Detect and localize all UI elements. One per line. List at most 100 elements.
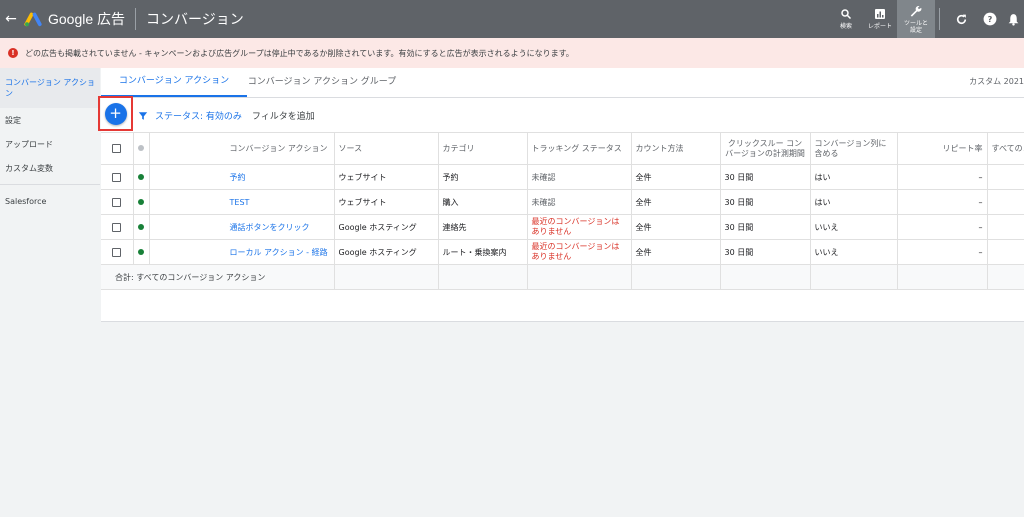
status-filter-chip[interactable]: ステータス: 有効のみ bbox=[155, 109, 242, 122]
row-checkbox-cell[interactable] bbox=[101, 164, 134, 190]
table-row[interactable]: TEST ウェブサイト 購入 未確認 全件 30 日間 はい – bbox=[101, 189, 1024, 215]
tools-settings-button[interactable]: ツールと 設定 bbox=[897, 0, 935, 38]
count-cell: 全件 bbox=[631, 164, 721, 190]
category-cell: 購入 bbox=[438, 189, 528, 215]
table-row[interactable]: ローカル アクション - 経路 Google ホスティング ルート・乗換案内 最… bbox=[101, 239, 1024, 265]
tracking-status-cell: 未確認 bbox=[527, 164, 632, 190]
alert-banner: ! どの広告も掲載されていません - キャンペーンおよび広告グループは停止中であ… bbox=[0, 38, 1024, 68]
all-cell bbox=[987, 164, 1024, 190]
row-checkbox[interactable] bbox=[112, 197, 122, 207]
row-checkbox[interactable] bbox=[112, 247, 122, 257]
column-header-all[interactable]: すべてのコ bbox=[987, 132, 1024, 165]
tracking-status-cell: 最近のコンバージョンはありません bbox=[527, 214, 632, 240]
column-header-category[interactable]: カテゴリ bbox=[438, 132, 528, 165]
column-header-include[interactable]: コンバージョン列に含める bbox=[810, 132, 898, 165]
tab-bar: コンバージョン アクション コンバージョン アクション グループ カスタム 20… bbox=[101, 68, 1024, 98]
select-all-checkbox[interactable] bbox=[112, 143, 122, 153]
category-cell: 連絡先 bbox=[438, 214, 528, 240]
category-cell: ルート・乗換案内 bbox=[438, 239, 528, 265]
select-all-checkbox-cell[interactable] bbox=[101, 132, 134, 165]
column-header-name[interactable]: コンバージョン アクション bbox=[149, 132, 335, 165]
row-checkbox[interactable] bbox=[112, 222, 122, 232]
row-checkbox[interactable] bbox=[112, 172, 122, 182]
window-cell: 30 日間 bbox=[720, 164, 811, 190]
repeat-rate-cell: – bbox=[897, 164, 988, 190]
wrench-icon bbox=[910, 5, 922, 17]
enabled-status-icon bbox=[138, 199, 144, 205]
filter-icon[interactable] bbox=[138, 111, 148, 121]
tools-label: ツールと 設定 bbox=[903, 19, 928, 34]
count-cell: 全件 bbox=[631, 239, 721, 265]
bar-chart-icon bbox=[875, 9, 885, 19]
total-cell bbox=[810, 264, 898, 290]
tab-conversion-actions[interactable]: コンバージョン アクション bbox=[101, 67, 247, 97]
sidebar-item-uploads[interactable]: アップロード bbox=[0, 132, 100, 156]
search-button[interactable]: 検索 bbox=[829, 0, 863, 38]
add-filter-button[interactable]: フィルタを追加 bbox=[252, 109, 315, 122]
sidebar-item-custom-variables[interactable]: カスタム変数 bbox=[0, 156, 100, 180]
highlight-box: + bbox=[98, 96, 133, 131]
total-label: 合計: すべてのコンバージョン アクション bbox=[101, 264, 335, 290]
repeat-rate-cell: – bbox=[897, 189, 988, 215]
total-cell bbox=[720, 264, 811, 290]
status-dot-icon bbox=[138, 145, 144, 151]
include-cell: いいえ bbox=[810, 239, 898, 265]
sidebar-item-conversion-actions[interactable]: コンバージョン アクション bbox=[0, 68, 100, 108]
filter-bar: ステータス: 有効のみ フィルタを追加 bbox=[138, 109, 315, 122]
total-cell bbox=[631, 264, 721, 290]
conversion-action-link[interactable]: 通話ボタンをクリック bbox=[149, 214, 335, 240]
repeat-rate-cell: – bbox=[897, 214, 988, 240]
total-cell bbox=[527, 264, 632, 290]
sidebar-item-settings[interactable]: 設定 bbox=[0, 108, 100, 132]
column-header-count[interactable]: カウント方法 bbox=[631, 132, 721, 165]
notifications-button[interactable] bbox=[1002, 0, 1024, 38]
brand-name[interactable]: Google 広告 bbox=[48, 9, 125, 29]
table-row[interactable]: 通話ボタンをクリック Google ホスティング 連絡先 最近のコンバージョンは… bbox=[101, 214, 1024, 240]
alert-text: どの広告も掲載されていません - キャンペーンおよび広告グループは停止中であるか… bbox=[25, 48, 574, 58]
total-cell bbox=[438, 264, 528, 290]
add-conversion-button[interactable]: + bbox=[104, 102, 127, 125]
enabled-status-icon bbox=[138, 224, 144, 230]
window-cell: 30 日間 bbox=[720, 189, 811, 215]
sidebar: コンバージョン アクション 設定 アップロード カスタム変数 Salesforc… bbox=[0, 68, 100, 517]
column-header-tracking-status[interactable]: トラッキング ステータス bbox=[527, 132, 632, 165]
conversion-action-link[interactable]: 予約 bbox=[149, 164, 335, 190]
column-header-source[interactable]: ソース bbox=[334, 132, 439, 165]
column-header-click-window[interactable]: クリックスルー コンバージョンの計測期間 bbox=[720, 132, 811, 165]
google-ads-logo-icon bbox=[24, 12, 42, 27]
table-header-row: コンバージョン アクション ソース カテゴリ トラッキング ステータス カウント… bbox=[101, 132, 1024, 165]
conversion-action-link[interactable]: TEST bbox=[149, 189, 335, 215]
window-cell: 30 日間 bbox=[720, 214, 811, 240]
source-cell: Google ホスティング bbox=[334, 214, 439, 240]
refresh-button[interactable] bbox=[944, 0, 978, 38]
total-cell bbox=[897, 264, 988, 290]
count-cell: 全件 bbox=[631, 214, 721, 240]
svg-text:?: ? bbox=[988, 14, 993, 24]
topbar-divider bbox=[939, 8, 940, 30]
source-cell: ウェブサイト bbox=[334, 189, 439, 215]
all-cell bbox=[987, 239, 1024, 265]
column-header-repeat-rate[interactable]: リピート率 bbox=[897, 132, 988, 165]
conversion-action-link[interactable]: ローカル アクション - 経路 bbox=[149, 239, 335, 265]
table-row[interactable]: 予約 ウェブサイト 予約 未確認 全件 30 日間 はい – bbox=[101, 164, 1024, 190]
tracking-status-cell: 未確認 bbox=[527, 189, 632, 215]
row-status-cell bbox=[133, 164, 150, 190]
row-checkbox-cell[interactable] bbox=[101, 214, 134, 240]
repeat-rate-cell: – bbox=[897, 239, 988, 265]
help-icon: ? bbox=[983, 12, 997, 26]
back-arrow-icon[interactable]: ← bbox=[0, 0, 22, 38]
table-toolbar: + ステータス: 有効のみ フィルタを追加 bbox=[98, 96, 1024, 132]
refresh-icon bbox=[956, 14, 966, 24]
date-range-selector[interactable]: カスタム 2021 bbox=[969, 76, 1024, 87]
help-button[interactable]: ? bbox=[978, 0, 1002, 38]
row-status-cell bbox=[133, 189, 150, 215]
row-checkbox-cell[interactable] bbox=[101, 239, 134, 265]
tab-conversion-action-groups[interactable]: コンバージョン アクション グループ bbox=[247, 67, 397, 97]
top-app-bar: ← Google 広告 コンバージョン 検索 レポート ツールと 設定 ? bbox=[0, 0, 1024, 38]
conversion-actions-table: コンバージョン アクション ソース カテゴリ トラッキング ステータス カウント… bbox=[101, 132, 1024, 290]
report-button[interactable]: レポート bbox=[863, 0, 897, 38]
row-checkbox-cell[interactable] bbox=[101, 189, 134, 215]
sidebar-item-salesforce[interactable]: Salesforce bbox=[0, 189, 100, 213]
enabled-status-icon bbox=[138, 174, 144, 180]
bell-icon bbox=[1008, 13, 1018, 26]
